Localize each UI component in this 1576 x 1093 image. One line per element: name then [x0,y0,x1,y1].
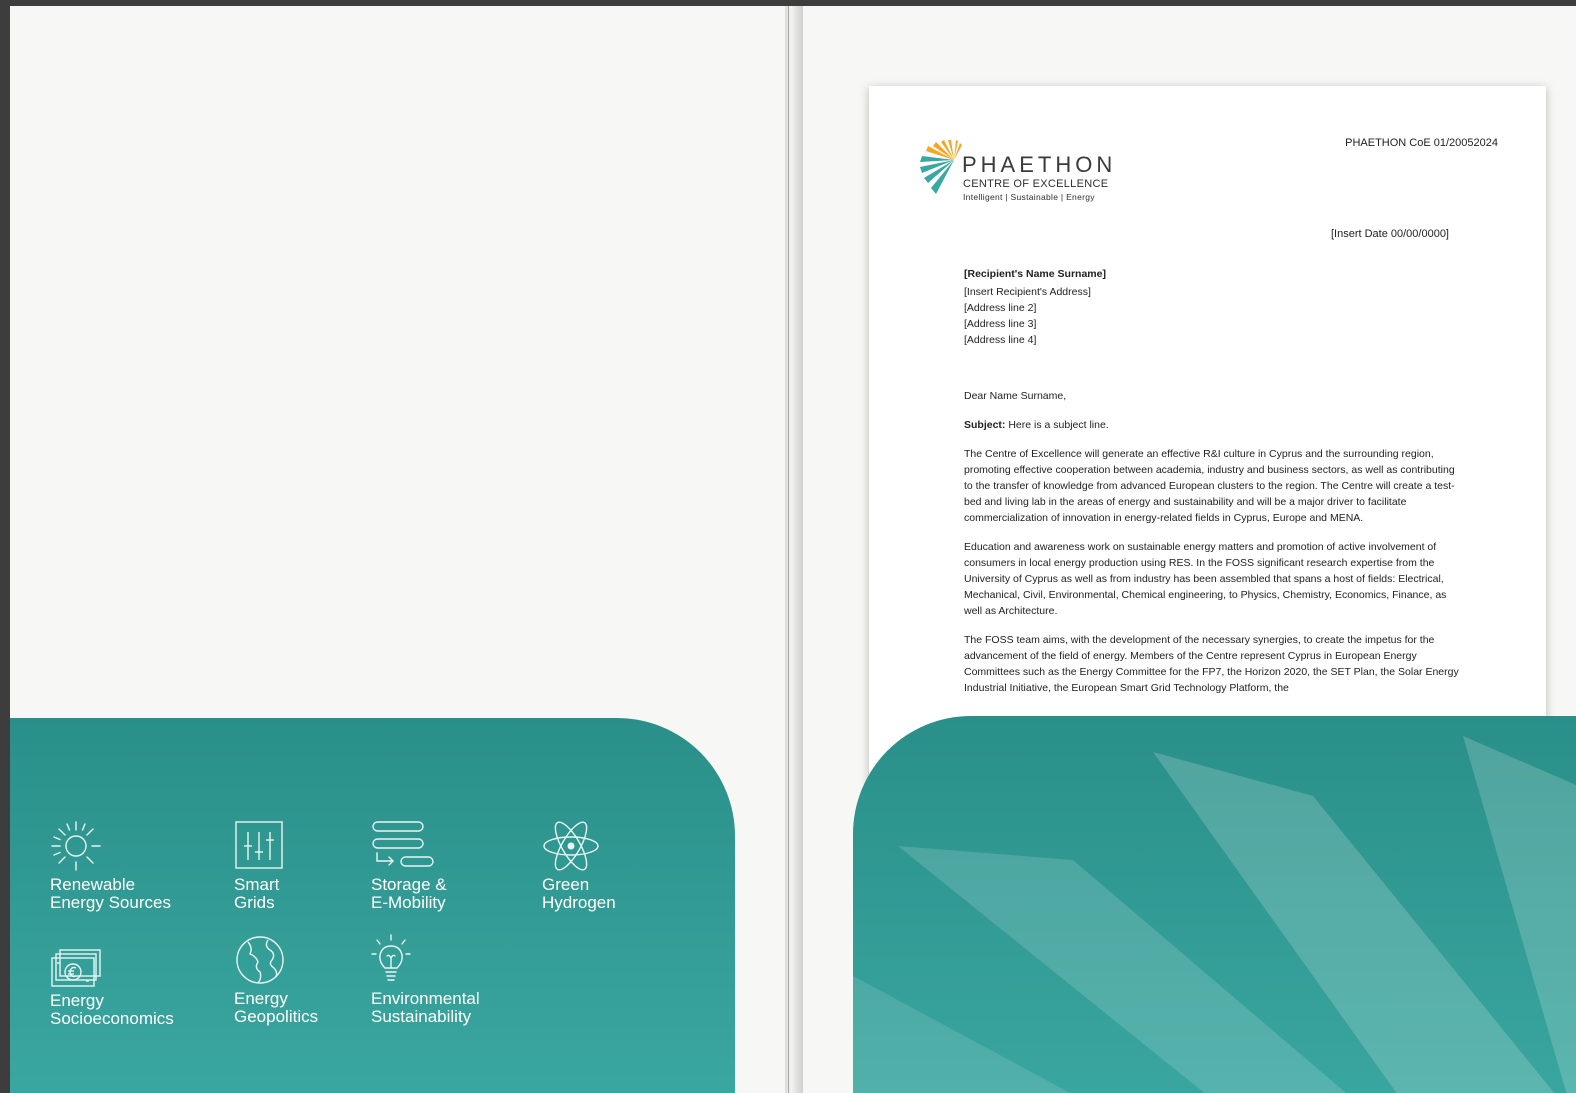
letter-page: PHAETHON CENTRE OF EXCELLENCE Intelligen… [869,86,1546,786]
body-paragraph: Education and awareness work on sustaina… [964,541,1447,617]
storage-icon [372,821,434,867]
letter-reference: PHAETHON CoE 01/20052024 [1345,137,1498,149]
sun-icon [51,821,101,871]
body-paragraph: The FOSS team aims, with the development… [964,634,1459,694]
area-green-hydrogen: Green Hydrogen [542,820,712,912]
address-line: [Address line 4] [964,334,1037,346]
area-label: Storage & E-Mobility [371,875,447,912]
area-label: Green Hydrogen [542,875,616,912]
banknote-icon [51,949,101,987]
area-energy-socioeconomics: Energy Socioeconomics [50,936,220,1028]
area-label: Energy Socioeconomics [50,991,174,1028]
logo-rays-icon [920,140,962,194]
atom-icon [543,821,599,871]
area-label: Renewable Energy Sources [50,875,171,912]
address-line: [Address line 2] [964,302,1037,314]
subject-text: Here is a subject line. [1008,419,1109,431]
logo-subtitle: CENTRE OF EXCELLENCE [963,178,1109,190]
address-line: [Address line 3] [964,318,1037,330]
folder-right-panel: PHAETHON CENTRE OF EXCELLENCE Intelligen… [803,6,1576,1093]
ray-decoration [853,736,1576,1093]
body-paragraph: The Centre of Excellence will generate a… [964,448,1455,524]
research-areas-panel: Renewable Energy Sources Smart Grids Sto… [10,718,735,1093]
globe-icon [236,936,284,984]
pocket-panel [853,716,1576,1093]
logo-wordmark: PHAETHON [962,152,1117,177]
area-renewable-energy: Renewable Energy Sources [50,820,220,912]
lightbulb-icon [371,934,411,981]
grid-controls-icon [235,821,283,869]
area-environmental-sustainability: Environmental Sustainability [371,934,541,1026]
subject-label: Subject: [964,419,1006,431]
recipient-block: [Recipient's Name Surname] [Insert Recip… [964,266,1106,348]
folder-crease [788,6,789,1093]
address-line: [Insert Recipient's Address] [964,286,1091,298]
folder-left-panel: Renewable Energy Sources Smart Grids Sto… [10,6,785,1093]
salutation: Dear Name Surname, [964,390,1067,402]
subject-line: Subject: Here is a subject line. [964,417,1462,433]
logo-tagline: Intelligent | Sustainable | Energy [963,192,1095,202]
letter-date: [Insert Date 00/00/0000] [1330,228,1449,240]
area-label: Environmental Sustainability [371,989,480,1026]
area-storage-emobility: Storage & E-Mobility [371,820,541,912]
letter-body: Dear Name Surname, Subject: Here is a su… [964,388,1462,709]
recipient-name: [Recipient's Name Surname] [964,268,1106,280]
